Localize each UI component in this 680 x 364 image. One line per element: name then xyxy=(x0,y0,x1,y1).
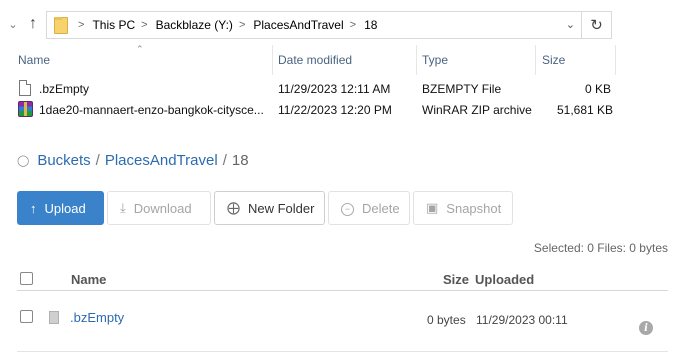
column-divider[interactable] xyxy=(615,45,616,75)
address-bar[interactable]: > This PC > Backblaze (Y:) > PlacesAndTr… xyxy=(46,11,582,39)
breadcrumb-separator-icon: > xyxy=(141,19,148,31)
download-label: Download xyxy=(133,200,192,216)
table-row[interactable]: .bzEmpty 0 bytes 11/29/2023 00:11 i xyxy=(17,304,668,352)
column-size-header[interactable]: Size xyxy=(443,272,469,287)
file-row[interactable]: 1dae20-mannaert-enzo-bangkok-citysce... … xyxy=(0,100,620,120)
download-button[interactable]: ⤓ Download xyxy=(107,191,211,225)
address-crumb-drive[interactable]: Backblaze (Y:) xyxy=(156,18,233,32)
column-divider[interactable] xyxy=(272,45,273,75)
new-folder-button[interactable]: ⨁ New Folder xyxy=(214,191,325,225)
file-icon xyxy=(49,311,59,324)
breadcrumb: ◯ Buckets / PlacesAndTravel / 18 xyxy=(17,150,249,170)
column-name-header[interactable]: Name xyxy=(71,272,106,287)
breadcrumb-separator-icon: > xyxy=(349,19,357,31)
snapshot-button[interactable]: ▣ Snapshot xyxy=(413,191,513,225)
select-all-checkbox[interactable] xyxy=(20,272,33,285)
address-crumb-this-pc[interactable]: This PC xyxy=(92,18,135,32)
new-folder-icon: ⨁ xyxy=(227,200,240,215)
file-date: 11/29/2023 12:11 AM xyxy=(278,82,391,96)
column-header-size[interactable]: Size xyxy=(542,45,565,75)
address-crumb-bucket[interactable]: PlacesAndTravel xyxy=(253,18,343,32)
new-folder-label: New Folder xyxy=(248,200,315,216)
download-icon: ⤓ xyxy=(120,200,126,215)
column-header-type[interactable]: Type xyxy=(422,45,448,75)
upload-button[interactable]: ↑ Upload xyxy=(17,191,104,225)
file-date: 11/22/2023 12:20 PM xyxy=(278,103,392,117)
delete-circle-icon: − xyxy=(341,200,354,216)
snapshot-image-icon: ▣ xyxy=(426,200,439,215)
row-file-name-link[interactable]: .bzEmpty xyxy=(70,310,124,325)
delete-label: Delete xyxy=(362,200,400,216)
address-dropdown-icon[interactable]: ⌄ xyxy=(566,18,575,31)
home-dot-icon: ◯ xyxy=(17,154,30,167)
breadcrumb-separator: / xyxy=(222,151,227,169)
row-file-size: 0 bytes xyxy=(427,313,466,327)
row-checkbox[interactable] xyxy=(20,310,33,323)
column-header-name[interactable]: Name xyxy=(18,45,50,75)
upload-arrow-icon: ↑ xyxy=(30,200,37,216)
recent-locations-chevron-icon[interactable]: ⌄ xyxy=(4,15,22,33)
column-header-date-modified[interactable]: Date modified xyxy=(278,45,352,75)
file-name: .bzEmpty xyxy=(39,82,90,96)
file-size: 51,681 KB xyxy=(557,103,614,117)
breadcrumb-current-folder: 18 xyxy=(231,151,249,169)
document-icon xyxy=(19,80,31,96)
file-type: WinRAR ZIP archive xyxy=(422,103,532,117)
sort-ascending-icon: ⌃ xyxy=(136,44,144,54)
column-divider[interactable] xyxy=(535,45,536,75)
info-icon[interactable]: i xyxy=(639,321,653,335)
winrar-archive-icon xyxy=(18,101,33,117)
snapshot-label: Snapshot xyxy=(446,200,502,216)
upload-label: Upload xyxy=(44,200,86,216)
folder-icon xyxy=(54,16,68,34)
breadcrumb-bucket-link[interactable]: PlacesAndTravel xyxy=(105,152,218,169)
up-arrow-icon[interactable]: ↑ xyxy=(24,15,42,33)
file-size: 0 KB xyxy=(585,82,612,96)
table-header: Name Size Uploaded xyxy=(17,269,668,291)
refresh-icon[interactable]: ↻ xyxy=(582,11,612,39)
column-uploaded-header[interactable]: Uploaded xyxy=(475,272,534,287)
file-type: BZEMPTY File xyxy=(422,82,502,96)
explorer-address-row: ⌄ ↑ > This PC > Backblaze (Y:) > PlacesA… xyxy=(0,8,620,42)
row-file-uploaded: 11/29/2023 00:11 xyxy=(476,313,568,327)
address-crumb-folder[interactable]: 18 xyxy=(364,18,377,32)
breadcrumb-separator: / xyxy=(95,151,100,169)
breadcrumb-separator-icon: > xyxy=(238,19,246,31)
breadcrumb-buckets-link[interactable]: Buckets xyxy=(37,152,90,169)
file-name: 1dae20-mannaert-enzo-bangkok-citysce... xyxy=(39,103,264,117)
column-divider[interactable] xyxy=(416,45,417,75)
selection-summary: Selected: 0 Files: 0 bytes xyxy=(533,241,668,255)
delete-button[interactable]: − Delete xyxy=(328,191,410,225)
file-row[interactable]: .bzEmpty 11/29/2023 12:11 AM BZEMPTY Fil… xyxy=(0,79,620,99)
breadcrumb-separator-icon: > xyxy=(78,19,85,31)
